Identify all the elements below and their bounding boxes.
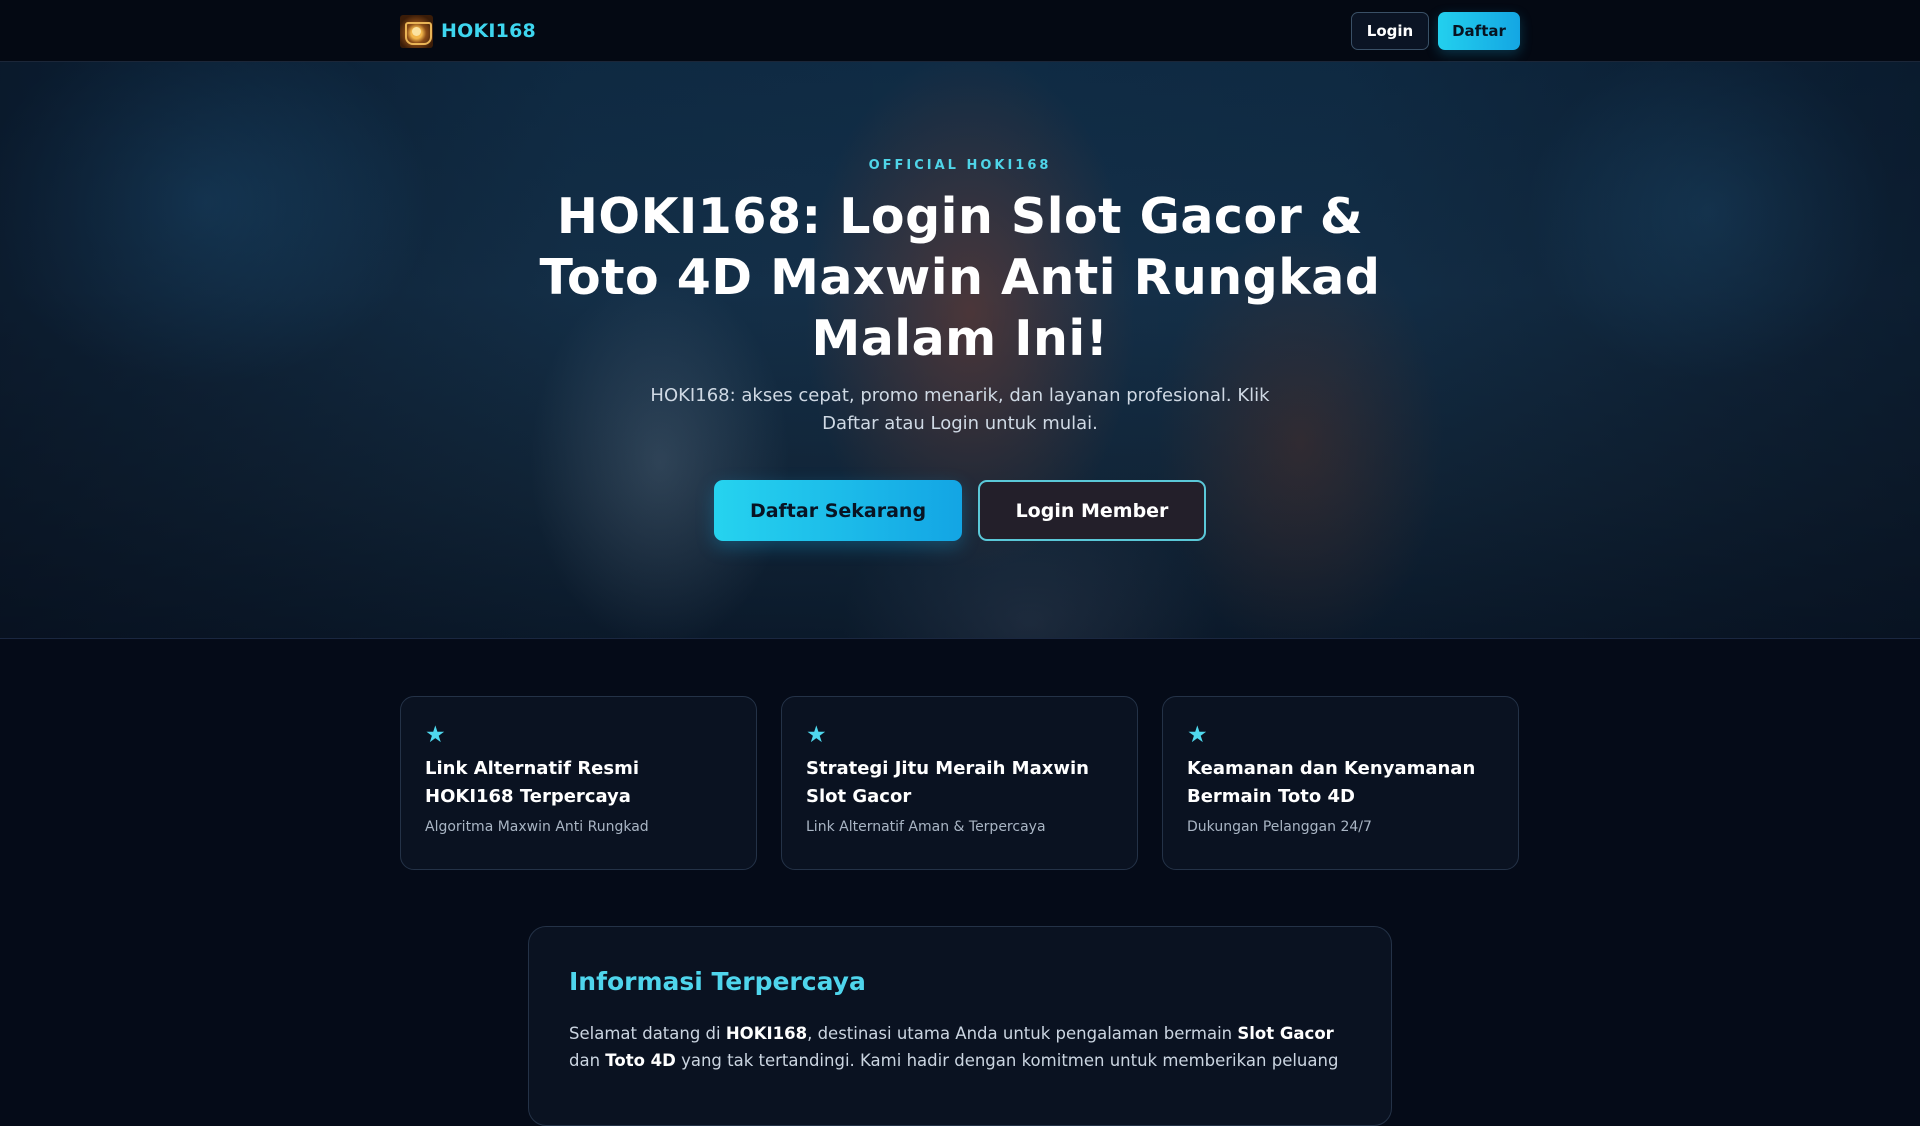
feature-title: Keamanan dan Kenyamanan Bermain Toto 4D	[1187, 758, 1476, 807]
hero-section: OFFICIAL HOKI168 HOKI168: Login Slot Gac…	[0, 62, 1920, 639]
info-bold-slot: Slot Gacor	[1237, 1024, 1334, 1043]
info-text: , destinasi utama Anda untuk pengalaman …	[807, 1024, 1238, 1043]
info-text: Selamat datang di	[569, 1024, 726, 1043]
hero-title: HOKI168: Login Slot Gacor & Toto 4D Maxw…	[539, 188, 1381, 367]
login-button[interactable]: Login	[1351, 12, 1429, 50]
star-icon: ★	[806, 722, 827, 748]
star-icon: ★	[425, 722, 446, 748]
info-title: Informasi Terpercaya	[569, 967, 866, 996]
feature-title: Strategi Jitu Meraih Maxwin Slot Gacor	[806, 758, 1089, 807]
hoki168-logo-icon	[400, 14, 433, 48]
info-text: dan	[569, 1051, 606, 1070]
feature-subtitle: Dukungan Pelanggan 24/7	[1187, 819, 1372, 835]
info-paragraph: Selamat datang di HOKI168, destinasi uta…	[569, 1020, 1351, 1074]
feature-card: ★ Link Alternatif Resmi HOKI168 Terperca…	[400, 696, 757, 870]
navbar-inner: HOKI168 Login Daftar	[400, 0, 1520, 62]
feature-title: Link Alternatif Resmi HOKI168 Terpercaya	[425, 758, 640, 807]
register-button[interactable]: Daftar	[1438, 12, 1520, 50]
login-member-button[interactable]: Login Member	[978, 480, 1206, 541]
info-text: yang tak tertandingi. Kami hadir dengan …	[675, 1051, 1339, 1070]
hero-buttons: Daftar Sekarang Login Member	[0, 480, 1920, 541]
star-icon: ★	[1187, 722, 1208, 748]
hero-subtitle: HOKI168: akses cepat, promo menarik, dan…	[650, 385, 1270, 434]
nav-actions: Login Daftar	[1351, 12, 1520, 50]
navbar: HOKI168 Login Daftar	[0, 0, 1920, 62]
brand-link[interactable]: HOKI168	[400, 14, 536, 48]
feature-subtitle: Algoritma Maxwin Anti Rungkad	[425, 819, 649, 835]
feature-subtitle: Link Alternatif Aman & Terpercaya	[806, 819, 1046, 835]
info-bold-toto: Toto 4D	[605, 1051, 676, 1070]
info-section: Informasi Terpercaya Selamat datang di H…	[528, 926, 1392, 1126]
info-bold-brand: HOKI168	[725, 1024, 808, 1043]
hero-eyebrow: OFFICIAL HOKI168	[868, 158, 1052, 173]
feature-card: ★ Keamanan dan Kenyamanan Bermain Toto 4…	[1162, 696, 1519, 870]
feature-card: ★ Strategi Jitu Meraih Maxwin Slot Gacor…	[781, 696, 1138, 870]
brand-name: HOKI168	[441, 20, 536, 42]
register-now-button[interactable]: Daftar Sekarang	[714, 480, 962, 541]
feature-cards: ★ Link Alternatif Resmi HOKI168 Terperca…	[400, 696, 1521, 870]
